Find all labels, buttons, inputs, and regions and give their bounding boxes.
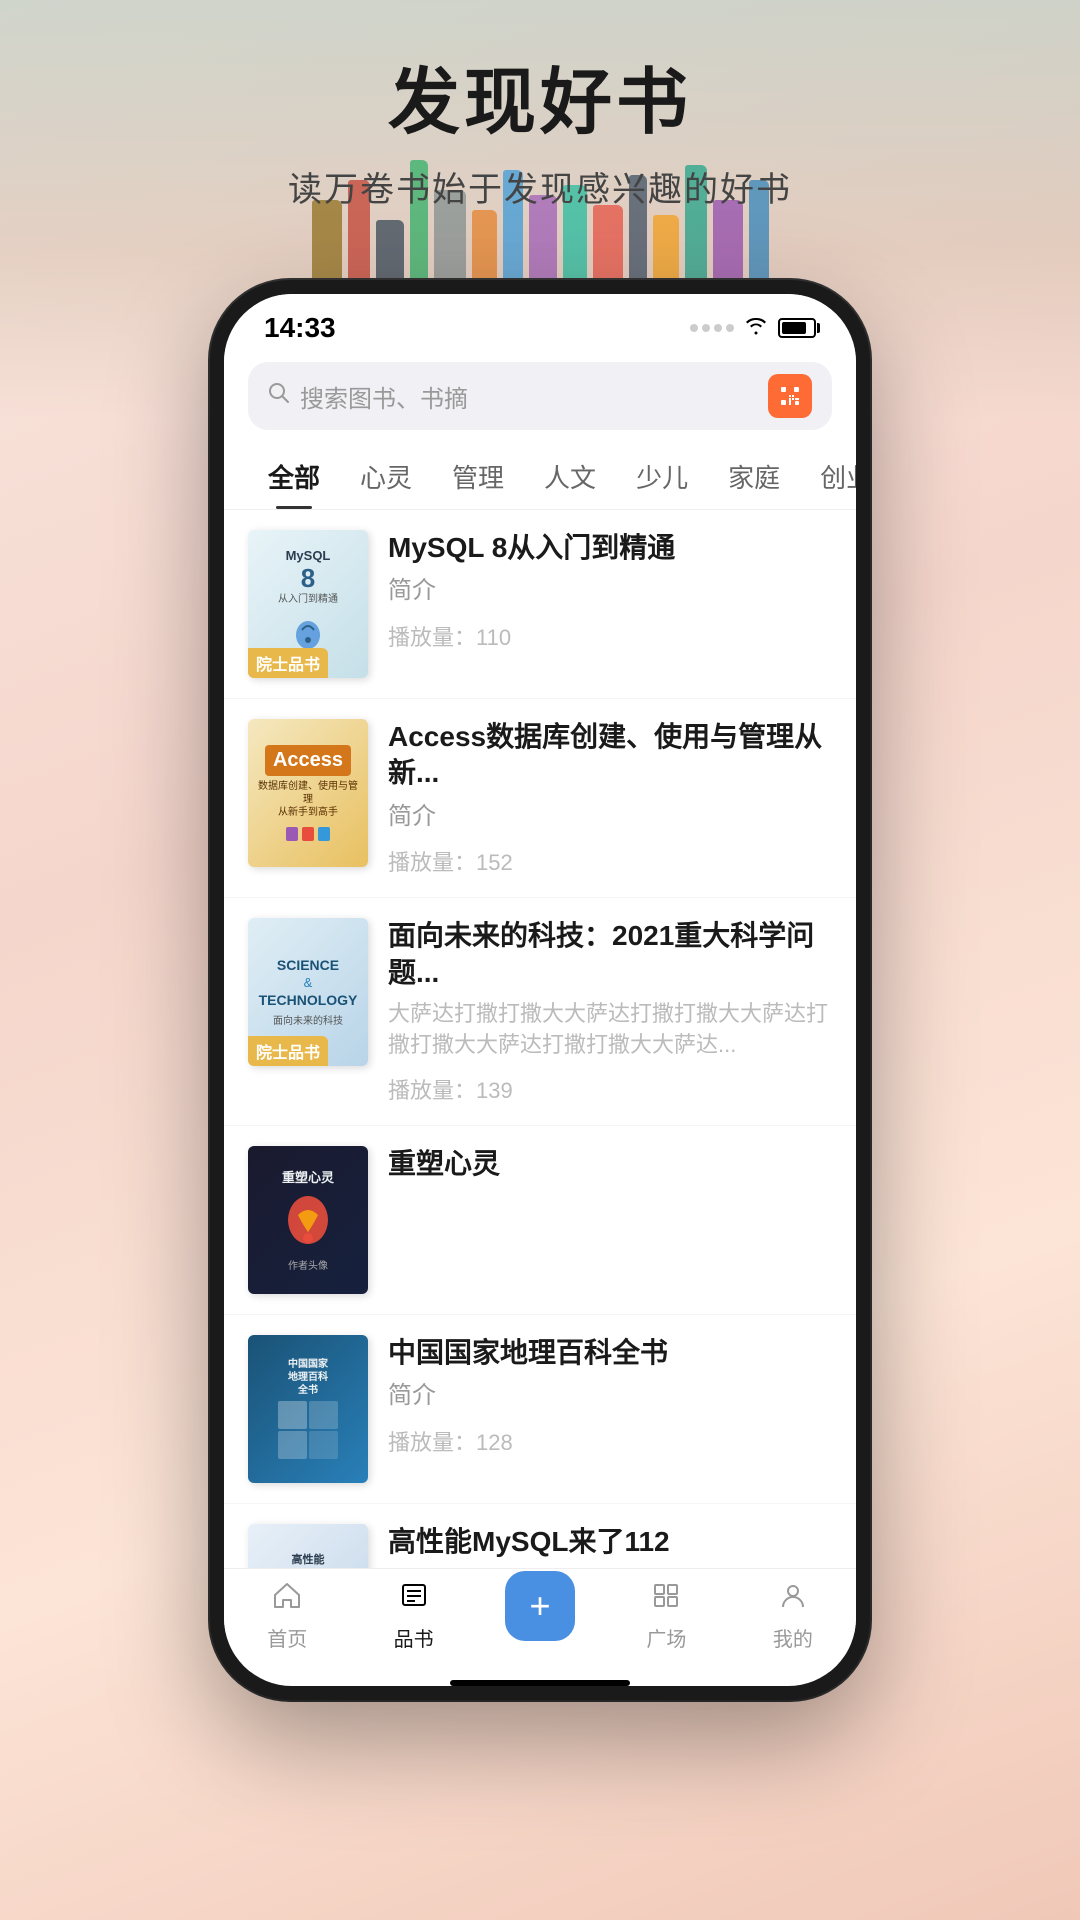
wifi-icon: [744, 315, 768, 341]
phone-mockup: 14:33: [210, 280, 870, 1700]
plus-icon: +: [530, 1585, 551, 1627]
tab-family[interactable]: 家庭: [708, 446, 800, 509]
bottom-nav: 首页 品书 +: [224, 1568, 856, 1672]
phone-screen: 14:33: [224, 294, 856, 1686]
book-info: 重塑心灵: [388, 1146, 832, 1182]
book-cover-highperf: 高性能MySQL: [248, 1524, 368, 1568]
book-info: 中国国家地理百科全书 简介 播放量：128: [388, 1335, 832, 1457]
list-item[interactable]: 重塑心灵 作者头像 重塑心灵: [224, 1126, 856, 1315]
tab-mind[interactable]: 心灵: [340, 446, 432, 509]
hero-section: 发现好书 读万卷书始于发现感兴趣的好书: [0, 0, 1080, 211]
book-plays: 播放量：128: [388, 1425, 832, 1457]
tab-startup[interactable]: 创业: [800, 446, 856, 509]
book-plays: 播放量：110: [388, 620, 832, 652]
book-desc: 简介: [388, 1379, 832, 1413]
book-info: 高性能MySQL来了112: [388, 1524, 832, 1560]
book-cover-science: SCIENCE & TECHNOLOGY 面向未来的科技 院士品书: [248, 918, 368, 1066]
book-title: MySQL 8从入门到精通: [388, 530, 832, 566]
plaza-icon: [651, 1581, 681, 1617]
nav-label-books: 品书: [394, 1623, 434, 1652]
status-bar: 14:33: [224, 294, 856, 352]
list-item[interactable]: SCIENCE & TECHNOLOGY 面向未来的科技 院士品书 面向未来的科…: [224, 898, 856, 1125]
home-icon: [272, 1581, 302, 1617]
status-icons: [690, 315, 816, 341]
book-plays: 播放量：152: [388, 845, 832, 877]
list-item[interactable]: 高性能MySQL 高性能MySQL来了112: [224, 1504, 856, 1568]
nav-label-plaza: 广场: [646, 1623, 686, 1652]
tab-children[interactable]: 少儿: [616, 446, 708, 509]
search-placeholder: 搜索图书、书摘: [300, 379, 758, 414]
list-item[interactable]: 中国国家地理百科全书 中国国家地理百科全书 简介 播放量：128: [224, 1315, 856, 1504]
book-desc: 简介: [388, 800, 832, 834]
book-desc: 简介: [388, 574, 832, 608]
search-icon: [268, 382, 290, 410]
tab-culture[interactable]: 人文: [524, 446, 616, 509]
book-title: Access数据库创建、使用与管理从新...: [388, 719, 832, 792]
book-title: 高性能MySQL来了112: [388, 1524, 832, 1560]
nav-item-mine[interactable]: 我的: [730, 1581, 856, 1652]
book-info: Access数据库创建、使用与管理从新... 简介 播放量：152: [388, 719, 832, 877]
book-cover-soul: 重塑心灵 作者头像: [248, 1146, 368, 1294]
scan-button[interactable]: [768, 374, 812, 418]
badge-yuanshi: 院士品书: [248, 648, 328, 678]
list-item[interactable]: Access 数据库创建、使用与管理从新手到高手 Access数据库创建、使用与…: [224, 699, 856, 898]
add-button[interactable]: +: [505, 1571, 575, 1641]
tab-manage[interactable]: 管理: [432, 446, 524, 509]
signal-icon: [690, 324, 734, 332]
book-list: MySQL 8 从入门到精通 院士品书 MySQL 8从入门到精通 简介: [224, 510, 856, 1568]
badge-yuanshi-2: 院士品书: [248, 1036, 328, 1066]
home-indicator: [450, 1680, 630, 1686]
book-info: MySQL 8从入门到精通 简介 播放量：110: [388, 530, 832, 652]
nav-item-add[interactable]: +: [477, 1571, 603, 1651]
nav-item-home[interactable]: 首页: [224, 1581, 350, 1652]
hero-title: 发现好书: [0, 60, 1080, 146]
book-title: 中国国家地理百科全书: [388, 1335, 832, 1371]
mine-icon: [778, 1581, 808, 1617]
search-container: 搜索图书、书摘: [224, 352, 856, 438]
book-title: 面向未来的科技：2021重大科学问题...: [388, 918, 832, 991]
books-icon: [399, 1581, 429, 1617]
nav-item-plaza[interactable]: 广场: [603, 1581, 729, 1652]
nav-label-mine: 我的: [773, 1623, 813, 1652]
book-plays: 播放量：139: [388, 1073, 832, 1105]
nav-label-home: 首页: [267, 1623, 307, 1652]
hero-subtitle: 读万卷书始于发现感兴趣的好书: [0, 162, 1080, 211]
search-bar[interactable]: 搜索图书、书摘: [248, 362, 832, 430]
status-time: 14:33: [264, 312, 336, 344]
book-cover-mysql: MySQL 8 从入门到精通 院士品书: [248, 530, 368, 678]
tab-all[interactable]: 全部: [248, 446, 340, 509]
book-title: 重塑心灵: [388, 1146, 832, 1182]
category-tabs: 全部 心灵 管理 人文 少儿 家庭 创业: [224, 438, 856, 510]
book-cover-geo: 中国国家地理百科全书: [248, 1335, 368, 1483]
book-desc: 大萨达打撒打撒大大萨达打撒打撒大大萨达打撒打撒大大萨达打撒打撒大大萨达...: [388, 999, 832, 1061]
list-item[interactable]: MySQL 8 从入门到精通 院士品书 MySQL 8从入门到精通 简介: [224, 510, 856, 699]
nav-item-books[interactable]: 品书: [350, 1581, 476, 1652]
book-cover-access: Access 数据库创建、使用与管理从新手到高手: [248, 719, 368, 867]
battery-icon: [778, 318, 816, 338]
book-info: 面向未来的科技：2021重大科学问题... 大萨达打撒打撒大大萨达打撒打撒大大萨…: [388, 918, 832, 1104]
